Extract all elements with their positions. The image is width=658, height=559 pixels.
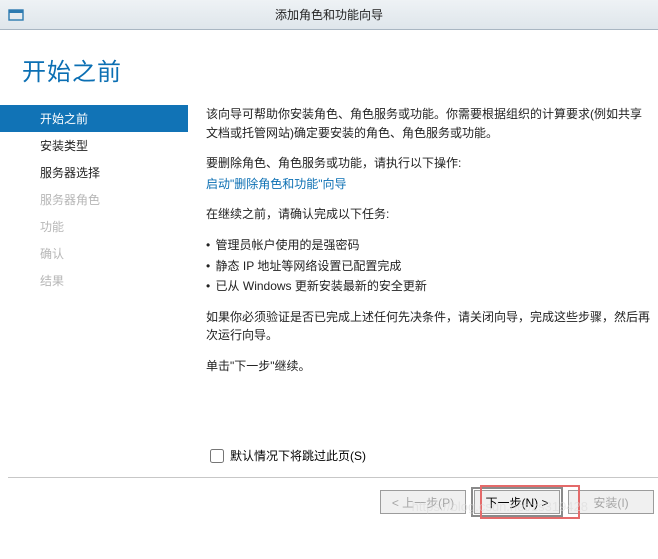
titlebar: 添加角色和功能向导	[0, 0, 658, 30]
skip-checkbox[interactable]	[210, 449, 224, 463]
sidebar-item-installation-type[interactable]: 安装类型	[0, 132, 188, 159]
prerequisite-list: 管理员帐户使用的是强密码 静态 IP 地址等网络设置已配置完成 已从 Windo…	[206, 236, 650, 296]
intro-text: 该向导可帮助你安装角色、角色服务或功能。你需要根据组织的计算要求(例如共享文档或…	[206, 105, 650, 142]
list-item: 已从 Windows 更新安装最新的安全更新	[206, 277, 650, 296]
page-header: 开始之前	[0, 30, 658, 101]
install-button: 安装(I)	[568, 490, 654, 514]
list-item: 管理员帐户使用的是强密码	[206, 236, 650, 255]
sidebar-item-label: 确认	[40, 247, 64, 261]
sidebar-item-before-you-begin[interactable]: 开始之前	[0, 105, 188, 132]
wizard-sidebar: 开始之前 安装类型 服务器选择 服务器角色 功能 确认 结果	[0, 101, 188, 481]
sidebar-item-features: 功能	[0, 213, 188, 240]
sidebar-item-confirmation: 确认	[0, 240, 188, 267]
sidebar-item-label: 服务器选择	[40, 166, 100, 180]
remove-text: 要删除角色、角色服务或功能，请执行以下操作:	[206, 154, 650, 173]
sidebar-item-server-roles: 服务器角色	[0, 186, 188, 213]
list-item: 静态 IP 地址等网络设置已配置完成	[206, 257, 650, 276]
sidebar-item-label: 结果	[40, 274, 64, 288]
window-title: 添加角色和功能向导	[32, 6, 650, 23]
sidebar-item-label: 功能	[40, 220, 64, 234]
skip-label[interactable]: 默认情况下将跳过此页(S)	[230, 447, 366, 464]
app-icon	[8, 7, 24, 23]
before-text: 在继续之前，请确认完成以下任务:	[206, 205, 650, 224]
page-title: 开始之前	[22, 52, 658, 87]
sidebar-item-label: 服务器角色	[40, 193, 100, 207]
divider	[8, 477, 658, 478]
sidebar-item-label: 安装类型	[40, 139, 88, 153]
next-button[interactable]: 下一步(N) >	[474, 490, 560, 514]
main-area: 开始之前 安装类型 服务器选择 服务器角色 功能 确认 结果 该向导可帮助你安装…	[0, 101, 658, 481]
skip-row: 默认情况下将跳过此页(S)	[210, 447, 366, 464]
wizard-content: 该向导可帮助你安装角色、角色服务或功能。你需要根据组织的计算要求(例如共享文档或…	[188, 101, 658, 481]
verify-text: 如果你必须验证是否已完成上述任何先决条件，请关闭向导，完成这些步骤，然后再次运行…	[206, 308, 650, 345]
button-row: < 上一步(P) 下一步(N) > 安装(I)	[380, 490, 658, 514]
sidebar-item-label: 开始之前	[40, 112, 88, 126]
remove-roles-link[interactable]: 启动"删除角色和功能"向导	[206, 177, 347, 191]
sidebar-item-server-selection[interactable]: 服务器选择	[0, 159, 188, 186]
sidebar-item-results: 结果	[0, 267, 188, 294]
previous-button: < 上一步(P)	[380, 490, 466, 514]
continue-text: 单击"下一步"继续。	[206, 357, 650, 376]
